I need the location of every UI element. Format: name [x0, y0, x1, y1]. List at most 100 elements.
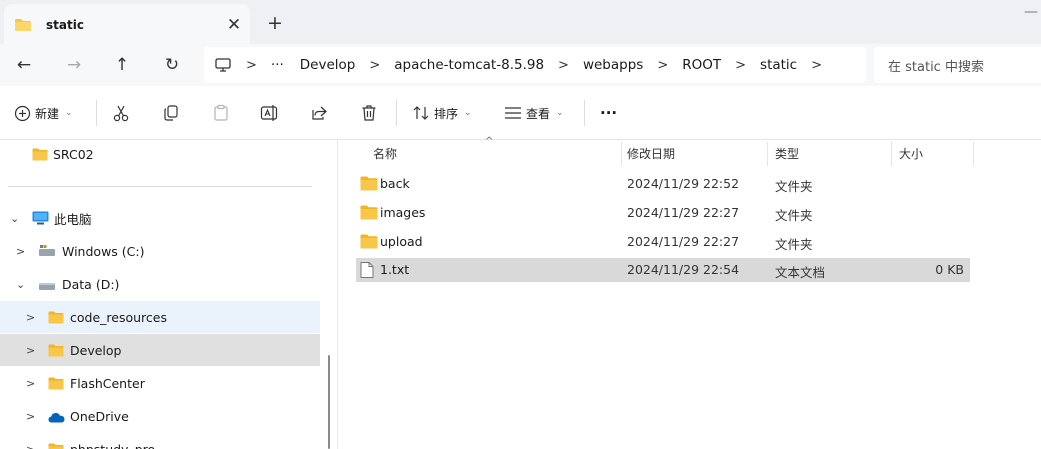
- minimize-button[interactable]: —: [1024, 4, 1038, 20]
- breadcrumb-webapps[interactable]: webapps: [575, 57, 651, 73]
- trash-icon: [360, 104, 378, 122]
- column-divider[interactable]: [973, 142, 974, 166]
- column-label: 名称: [373, 146, 398, 161]
- chevron-right-icon[interactable]: >: [26, 344, 35, 357]
- search-input[interactable]: 在 static 中搜索: [874, 47, 1041, 83]
- new-button[interactable]: 新建 ⌄: [14, 101, 73, 125]
- share-button[interactable]: [310, 101, 328, 125]
- sidebar-item-this-pc[interactable]: ⌄ 此电脑: [0, 202, 320, 234]
- sidebar-item-data-d[interactable]: ⌄ Data (D:): [0, 268, 320, 300]
- sidebar-item-label: OneDrive: [70, 408, 129, 424]
- address-row: ← → ↑ ↻ > ··· Develop > apache-tomcat-8.…: [0, 44, 1041, 86]
- file-row-upload[interactable]: upload 2024/11/29 22:27 文件夹: [356, 230, 970, 254]
- column-divider[interactable]: [767, 142, 768, 166]
- file-row-images[interactable]: images 2024/11/29 22:27 文件夹: [356, 201, 970, 225]
- more-options-button[interactable]: ···: [600, 101, 617, 125]
- folder-icon: [48, 377, 64, 393]
- breadcrumb-more[interactable]: ···: [263, 57, 292, 73]
- sidebar-item-flashcenter[interactable]: > FlashCenter: [0, 367, 320, 399]
- file-name: images: [380, 205, 426, 220]
- folder-icon: [360, 234, 378, 252]
- paste-button[interactable]: [212, 101, 230, 125]
- rename-button[interactable]: [260, 101, 280, 125]
- sort-ascending-icon: ^: [485, 136, 494, 147]
- chevron-right-icon[interactable]: >: [26, 410, 35, 423]
- toolbar-divider: [396, 100, 397, 126]
- breadcrumb-separator[interactable]: >: [651, 58, 674, 73]
- sidebar-item-label: FlashCenter: [70, 375, 145, 391]
- view-lines-icon: [504, 106, 522, 120]
- chevron-right-icon[interactable]: >: [26, 311, 35, 324]
- breadcrumb-root[interactable]: ROOT: [674, 57, 729, 73]
- column-header-size[interactable]: 大小: [899, 140, 923, 166]
- delete-button[interactable]: [360, 101, 378, 125]
- address-bar[interactable]: > ··· Develop > apache-tomcat-8.5.98 > w…: [204, 47, 866, 83]
- copy-icon: [162, 104, 180, 122]
- chevron-right-icon[interactable]: >: [26, 443, 35, 449]
- file-type: 文本文档: [775, 265, 826, 280]
- toolbar-divider: [96, 100, 97, 126]
- sidebar-item-label: SRC02: [53, 146, 94, 162]
- sidebar-item-code-resources[interactable]: > code_resources: [0, 301, 320, 333]
- drive-icon: [38, 245, 56, 260]
- cut-button[interactable]: [112, 101, 130, 125]
- chevron-right-icon[interactable]: >: [16, 245, 25, 258]
- chevron-down-icon[interactable]: ⌄: [16, 278, 25, 291]
- column-header-type[interactable]: 类型: [775, 140, 799, 166]
- sidebar-divider: [8, 186, 312, 187]
- file-row-back[interactable]: back 2024/11/29 22:52 文件夹: [356, 172, 970, 196]
- breadcrumb-separator[interactable]: >: [363, 58, 386, 73]
- navigation-scrollbar[interactable]: [328, 355, 330, 449]
- file-size: 0 KB: [935, 262, 964, 277]
- back-arrow-icon[interactable]: ←: [10, 52, 38, 78]
- chevron-down-icon: ⌄: [65, 108, 73, 118]
- file-row-1-txt[interactable]: 1.txt 2024/11/29 22:54 文本文档 0 KB: [356, 258, 970, 282]
- breadcrumb-separator[interactable]: >: [805, 58, 828, 73]
- text-file-icon: [360, 262, 374, 281]
- folder-icon: [48, 311, 64, 327]
- chevron-down-icon[interactable]: ⌄: [10, 212, 19, 225]
- column-divider[interactable]: [621, 142, 622, 166]
- chevron-right-icon[interactable]: >: [26, 377, 35, 390]
- folder-icon: [14, 18, 32, 36]
- monitor-icon[interactable]: [214, 57, 232, 73]
- folder-icon: [48, 443, 64, 449]
- breadcrumb-separator[interactable]: >: [240, 58, 263, 73]
- sidebar-item-windows-c[interactable]: > Windows (C:): [0, 235, 320, 267]
- column-divider[interactable]: [891, 142, 892, 166]
- file-name: upload: [380, 234, 423, 249]
- breadcrumb-develop[interactable]: Develop: [292, 57, 364, 73]
- share-icon: [310, 104, 328, 122]
- tab-title: static: [46, 18, 84, 32]
- file-modified: 2024/11/29 22:52: [627, 176, 740, 191]
- close-icon[interactable]: ✕: [222, 13, 246, 37]
- sidebar-item-label: Develop: [70, 342, 122, 358]
- sort-icon: [412, 105, 430, 121]
- file-name: back: [380, 176, 410, 191]
- breadcrumb-tomcat[interactable]: apache-tomcat-8.5.98: [386, 57, 552, 73]
- command-bar: 新建 ⌄ 排序 ⌄ 查看 ⌄ ···: [0, 86, 1041, 140]
- sidebar-item-onedrive[interactable]: > OneDrive: [0, 400, 320, 432]
- up-arrow-icon[interactable]: ↑: [108, 52, 136, 78]
- chevron-down-icon: ⌄: [556, 108, 564, 118]
- view-button[interactable]: 查看 ⌄: [504, 101, 564, 125]
- toolbar-divider: [584, 100, 585, 126]
- sidebar-item-phpstudy-pro[interactable]: > phpstudy_pro: [0, 433, 320, 449]
- navigation-pane: SRC02 ⌄ 此电脑 > Windows (C:) ⌄ Data (D:) >…: [0, 140, 338, 449]
- refresh-icon[interactable]: ↻: [158, 52, 186, 78]
- sort-button[interactable]: 排序 ⌄: [412, 101, 472, 125]
- breadcrumb-static[interactable]: static: [752, 57, 805, 73]
- breadcrumb-separator[interactable]: >: [729, 58, 752, 73]
- sidebar-item-label: phpstudy_pro: [70, 441, 156, 449]
- sidebar-item-develop[interactable]: > Develop: [0, 334, 320, 366]
- forward-arrow-icon[interactable]: →: [60, 52, 88, 78]
- tab-static[interactable]: static ✕: [4, 4, 250, 44]
- column-header-name[interactable]: 名称: [373, 140, 397, 166]
- file-type: 文件夹: [775, 237, 813, 252]
- breadcrumb-separator[interactable]: >: [552, 58, 575, 73]
- column-header-modified[interactable]: 修改日期: [627, 140, 675, 166]
- sidebar-item-src02[interactable]: SRC02: [0, 138, 320, 170]
- copy-button[interactable]: [162, 101, 180, 125]
- new-tab-button[interactable]: +: [262, 10, 288, 36]
- folder-icon: [360, 176, 378, 194]
